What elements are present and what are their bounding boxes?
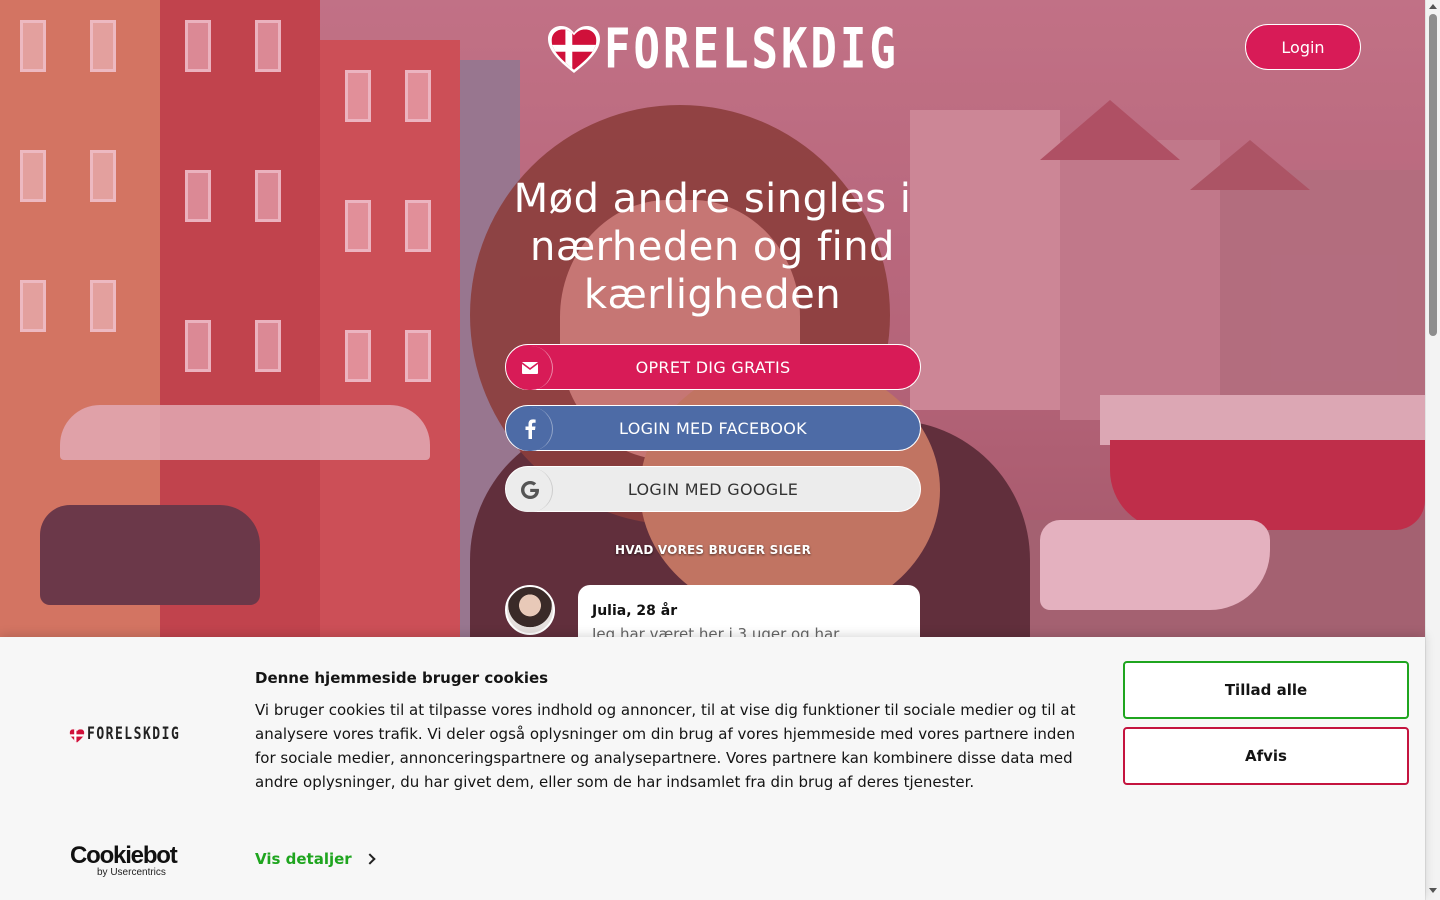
hero-headline: Mød andre singles i nærheden og find kær… bbox=[513, 176, 912, 318]
scroll-down-arrow-icon[interactable] bbox=[1429, 888, 1437, 893]
site-logo[interactable]: FORELSKDIG bbox=[546, 18, 899, 81]
scroll-thumb[interactable] bbox=[1429, 14, 1437, 336]
cookiebot-sub: by Usercentrics bbox=[97, 867, 166, 878]
testimonials-title: HVAD VORES BRUGER SIGER bbox=[614, 543, 812, 557]
scroll-up-arrow-icon[interactable] bbox=[1429, 4, 1437, 9]
signup-free-button[interactable]: OPRET DIG GRATIS bbox=[505, 344, 921, 390]
login-button[interactable]: Login bbox=[1245, 24, 1361, 70]
facebook-icon bbox=[507, 407, 553, 451]
allow-all-button[interactable]: Tillad alle bbox=[1123, 661, 1409, 719]
cookie-body: Vi bruger cookies til at tilpasse vores … bbox=[255, 701, 1076, 791]
show-details-link[interactable]: Vis detaljer bbox=[255, 850, 376, 868]
show-details-label: Vis detaljer bbox=[255, 850, 352, 868]
testimonial-name: Julia, 28 år bbox=[592, 603, 678, 619]
google-icon bbox=[507, 468, 553, 512]
login-facebook-button[interactable]: LOGIN MED FACEBOOK bbox=[505, 405, 921, 451]
page-scrollbar[interactable] bbox=[1425, 0, 1440, 900]
danish-heart-icon bbox=[69, 728, 85, 742]
cookie-brand-text: FORELSKDIG bbox=[87, 724, 181, 745]
chevron-right-icon bbox=[364, 853, 376, 865]
logo-text: FORELSKDIG bbox=[604, 17, 899, 82]
login-facebook-label: LOGIN MED FACEBOOK bbox=[619, 418, 807, 438]
signup-free-label: OPRET DIG GRATIS bbox=[635, 357, 791, 377]
cookiebot-logo[interactable]: Cookiebot by Usercentrics bbox=[70, 842, 178, 878]
avatar bbox=[505, 585, 555, 635]
cookie-brand-logo: FORELSKDIG bbox=[69, 724, 181, 745]
cookie-title: Denne hjemmeside bruger cookies bbox=[255, 669, 549, 687]
deny-button[interactable]: Afvis bbox=[1123, 727, 1409, 785]
login-google-label: LOGIN MED GOOGLE bbox=[627, 479, 799, 499]
login-google-button[interactable]: LOGIN MED GOOGLE bbox=[505, 466, 921, 512]
danish-heart-icon bbox=[546, 25, 602, 75]
envelope-icon bbox=[507, 346, 553, 390]
cookiebot-name: Cookiebot bbox=[70, 842, 178, 869]
